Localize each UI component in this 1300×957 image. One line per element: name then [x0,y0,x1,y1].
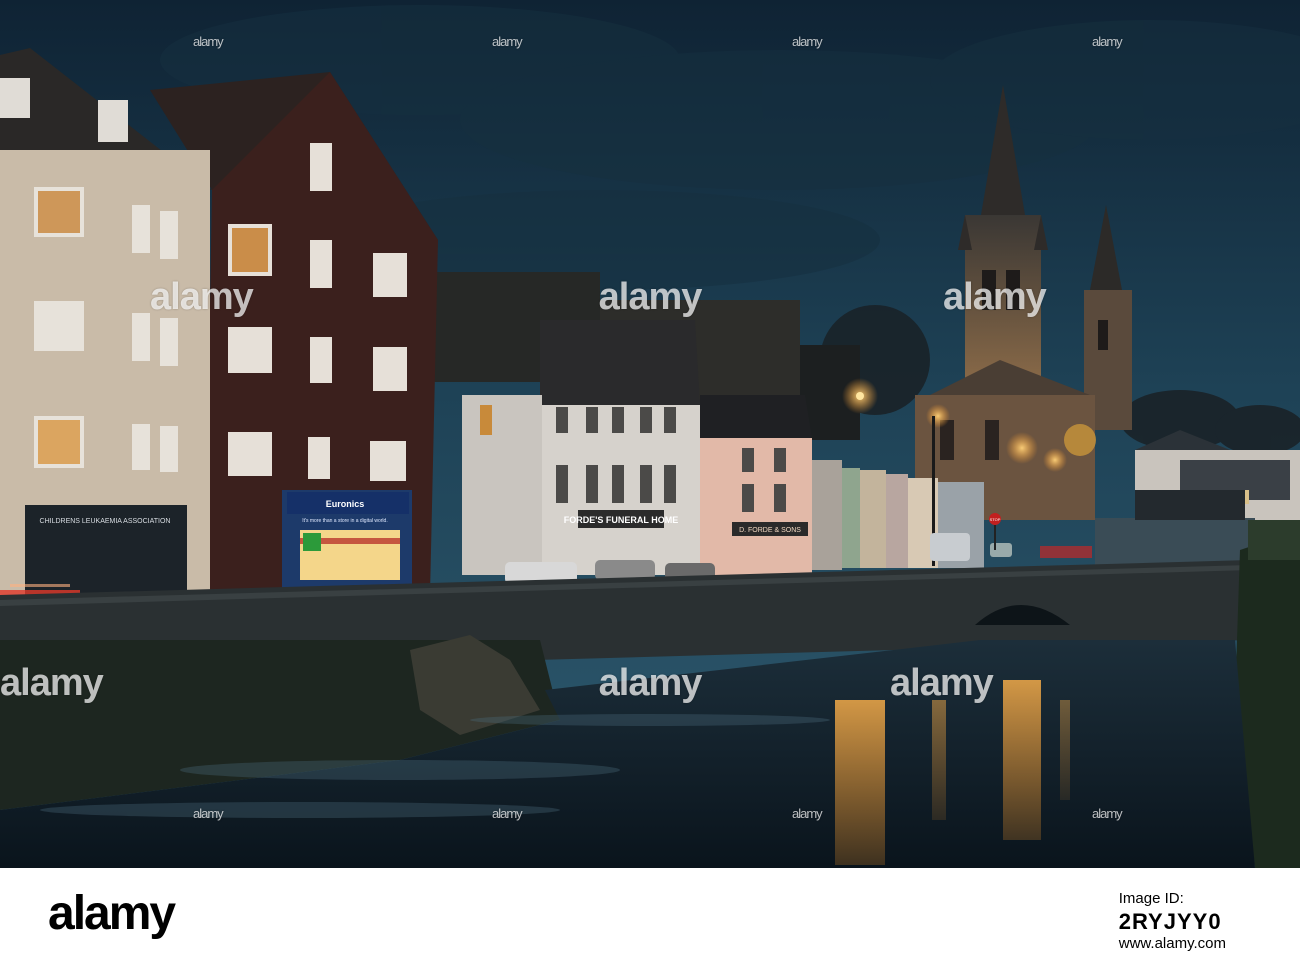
watermark-small: alamy [492,34,523,49]
footer-bar: alamy Image ID: 2RYJYY0 www.alamy.com [0,868,1300,957]
watermark: alamy [890,662,994,704]
watermark-small: alamy [1092,806,1123,821]
photo: Euronics It's more than a store in a dig… [0,0,1300,868]
stop-sign-text: STOP [990,517,1001,522]
watermark: alamy [943,276,1047,318]
watermark-small: alamy [792,806,823,821]
watermark: alamy [598,276,703,318]
watermark-small: alamy [193,34,224,49]
watermark: alamy [0,662,104,704]
watermark: alamy [598,662,703,704]
watermark-small: alamy [492,806,523,821]
site-url: www.alamy.com [1118,935,1226,952]
alamy-logo: alamy [48,887,176,940]
leukaemia-sign: CHILDRENS LEUKAEMIA ASSOCIATION [40,518,171,525]
image-id-value: 2RYJYY0 [1118,909,1222,934]
image-id-label: Image ID: [1118,890,1184,907]
watermark-small: alamy [193,806,224,821]
watermark: alamy [150,276,254,318]
shop-tagline-text: It's more than a store in a digital worl… [302,518,387,524]
watermark-small: alamy [1092,34,1123,49]
watermark-small: alamy [792,34,823,49]
funeral-home-sign: FORDE'S FUNERAL HOME [564,515,678,525]
shop-sign-text: Euronics [326,499,365,509]
forde-sons-sign: D. FORDE & SONS [739,527,801,534]
image-id-block: Image ID: 2RYJYY0 www.alamy.com [1119,890,1226,954]
photo-scene: Euronics It's more than a store in a dig… [0,0,1300,868]
